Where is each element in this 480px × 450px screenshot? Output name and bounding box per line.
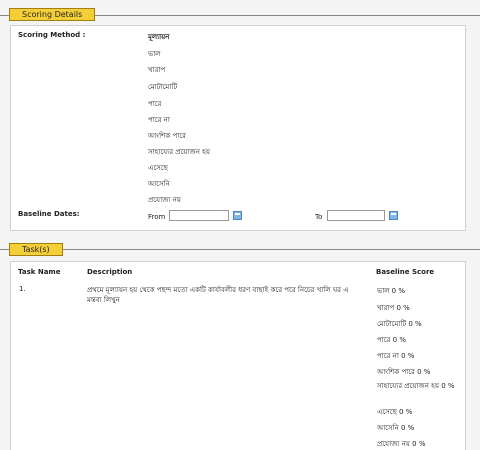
calendar-icon[interactable] [233, 211, 242, 220]
scoring-option: ভাল [148, 50, 161, 58]
col-baseline-score: Baseline Score [376, 268, 435, 276]
scoring-option: পারে [148, 100, 162, 108]
score-item: আসেনি 0 % [377, 424, 415, 432]
col-description: Description [87, 268, 133, 276]
score-item: মোটামোটি 0 % [377, 320, 422, 328]
score-item: পারে 0 % [377, 336, 407, 344]
scoring-section-title: Scoring Details [9, 8, 96, 21]
scoring-option: আংশিক পারে [148, 132, 186, 140]
scoring-option: প্রযোজ্য নয় [148, 196, 181, 204]
task-description: প্রথমে মূল্যায়ন হয় থেকে পছন্দ মতো একটি… [87, 286, 349, 304]
tasks-section-title: Task(s) [9, 243, 63, 256]
scoring-method-value: মূল্যায়ন [148, 33, 170, 41]
from-label: From [148, 213, 166, 221]
score-item: প্রযোজ্য নয় 0 % [377, 440, 426, 448]
scoring-option: পারে না [148, 116, 170, 124]
score-item: ভাল 0 % [377, 287, 406, 295]
calendar-icon[interactable] [389, 211, 398, 220]
score-item: এসেছে 0 % [377, 408, 413, 416]
baseline-dates-label: Baseline Dates: [18, 210, 80, 218]
scoring-option: সাহায্যের প্রয়োজন হয় [148, 148, 210, 156]
scoring-method-label: Scoring Method : [18, 31, 86, 39]
to-label: To [315, 213, 323, 221]
col-task-name: Task Name [18, 268, 61, 276]
scoring-panel: Scoring Method : মূল্যায়ন ভাল খারাপ মোট… [10, 25, 466, 231]
score-item: পারে না 0 % [377, 352, 415, 360]
from-date-input[interactable] [169, 210, 229, 221]
score-item: খারাপ 0 % [377, 304, 410, 312]
scoring-option: এসেছে [148, 164, 168, 172]
task-name: 1. [19, 285, 26, 293]
tasks-panel: Task Name Description Baseline Score 1. … [10, 261, 466, 450]
score-item: সাহায্যের প্রয়োজন হয় 0 % [377, 382, 455, 390]
scoring-option: আসেনি [148, 180, 170, 188]
scoring-option: খারাপ [148, 66, 166, 74]
scoring-option: মোটামোটি [148, 83, 178, 91]
score-item: আংশিক পারে 0 % [377, 368, 431, 376]
tasks-section-rule [0, 249, 480, 250]
to-date-input[interactable] [327, 210, 385, 221]
